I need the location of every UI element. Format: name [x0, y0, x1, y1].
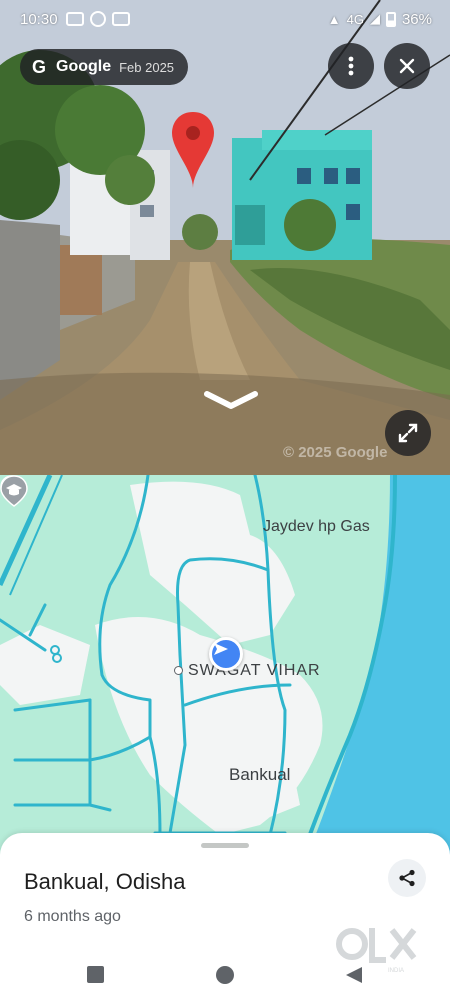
- more-options-button[interactable]: [328, 43, 374, 89]
- map-label-neighborhood[interactable]: SWAGAT VIHAR: [188, 662, 321, 680]
- system-status: ▲ 4G ◢ 36%: [328, 11, 432, 28]
- place-title: Bankual, Odisha: [24, 869, 186, 894]
- mail-icon: [65, 12, 84, 26]
- map-view[interactable]: Jaydev hp Gas SWAGAT VIHAR Bankual: [0, 475, 450, 875]
- drag-handle[interactable]: [201, 843, 249, 848]
- move-forward-chevron-icon[interactable]: [203, 390, 259, 412]
- imagery-age: 6 months ago: [24, 908, 121, 925]
- share-icon: [399, 869, 415, 887]
- notification-icons: [65, 11, 130, 27]
- share-button[interactable]: [388, 859, 426, 897]
- street-view-panorama[interactable]: 10:30 ▲ 4G ◢ 36% G Google Feb 2025 © 202…: [0, 0, 450, 475]
- status-bar: 10:30 ▲ 4G ◢ 36%: [0, 0, 450, 38]
- neighborhood-dot-icon: [174, 666, 183, 675]
- network-type: 4G: [346, 11, 364, 27]
- back-button[interactable]: [344, 965, 364, 985]
- more-vert-icon: [348, 56, 354, 76]
- current-location-arrow: [209, 637, 243, 671]
- home-button[interactable]: [216, 966, 234, 984]
- close-button[interactable]: [384, 43, 430, 89]
- battery-icon: [385, 11, 396, 27]
- map-label-gas-station[interactable]: Jaydev hp Gas: [263, 518, 370, 536]
- recents-button[interactable]: [87, 966, 104, 983]
- close-icon: [399, 58, 415, 74]
- map-label-locality[interactable]: Bankual: [229, 765, 290, 785]
- navigation-arrow-icon: [214, 643, 228, 655]
- capture-date: Feb 2025: [119, 59, 175, 75]
- school-pin-icon[interactable]: [0, 475, 28, 507]
- provider-name: Google: [56, 58, 112, 75]
- wifi-signal-icon: ▲: [327, 11, 341, 27]
- fullscreen-button[interactable]: [385, 410, 431, 456]
- alarm-icon: [89, 11, 106, 27]
- system-navigation-bar: [0, 955, 450, 1000]
- cell-signal-icon: ◢: [369, 11, 380, 26]
- status-time: 10:30: [20, 10, 58, 28]
- battery-percent: 36%: [401, 10, 432, 28]
- message-icon: [111, 12, 130, 26]
- google-g-icon: G: [31, 56, 46, 77]
- expand-icon: [398, 423, 418, 443]
- imagery-source-chip[interactable]: G Google Feb 2025: [20, 49, 189, 85]
- copyright-watermark: © 2025 Google: [283, 444, 388, 461]
